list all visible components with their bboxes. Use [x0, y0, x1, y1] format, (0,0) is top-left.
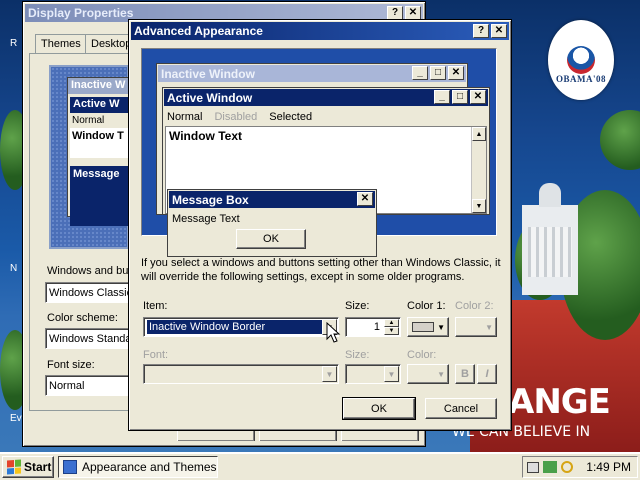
preview-window-text: Window Text [169, 129, 242, 143]
windows-buttons-label: Windows and but [47, 265, 132, 277]
campaign-logo: OBAMA'08 [548, 20, 614, 100]
color1-label: Color 1: [407, 300, 446, 312]
color-scheme-label: Color scheme: [47, 312, 118, 324]
preview-window-text: Window T [70, 128, 134, 158]
preview-message-titlebar[interactable]: Message Box ✕ [169, 191, 375, 208]
ok-button[interactable]: OK [342, 397, 416, 420]
start-label: Start [24, 460, 52, 474]
windows-logo-icon [7, 459, 21, 475]
start-button[interactable]: Start [2, 456, 54, 478]
preview-inactive-title: Inactive W [68, 78, 136, 94]
preview-menu-normal: Normal [167, 111, 203, 123]
preview-active-title: Active Window [167, 90, 253, 105]
preview-active-title: Active W [70, 97, 134, 113]
item-select-value: Inactive Window Border [147, 320, 323, 334]
italic-button: I [477, 364, 497, 384]
preview-inactive-title: Inactive Window [161, 66, 255, 81]
preview-ok-button[interactable]: OK [236, 229, 306, 249]
maximize-icon: □ [452, 90, 468, 104]
scroll-up-icon: ▲ [472, 127, 486, 141]
minimize-icon: _ [434, 90, 450, 104]
chevron-down-icon: ▼ [437, 369, 445, 379]
advanced-appearance-dialog: Advanced Appearance ? ✕ Inactive Window … [128, 19, 512, 431]
theme-preview: Inactive W Active W Normal Window T Mess… [49, 65, 137, 249]
preview-inactive-titlebar[interactable]: Inactive Window _ □ ✕ [158, 65, 466, 82]
chevron-down-icon: ▼ [322, 366, 337, 382]
close-icon: ✕ [357, 192, 373, 206]
cancel-button[interactable]: Cancel [425, 398, 497, 419]
tab-themes[interactable]: Themes [35, 34, 87, 54]
font-size-select: ▼ [345, 364, 401, 384]
chevron-down-icon: ▼ [384, 366, 399, 382]
banner-change-text: ANGE [508, 382, 611, 422]
spin-down-icon[interactable]: ▼ [384, 327, 399, 335]
campaign-logo-text: OBAMA'08 [556, 74, 606, 84]
item-label: Item: [143, 300, 168, 312]
taskbar-item-appearance-themes[interactable]: Appearance and Themes [58, 456, 218, 478]
preview-message: Message [70, 166, 136, 226]
dialog-title: Advanced Appearance [134, 24, 263, 38]
close-icon: ✕ [448, 66, 464, 80]
close-icon: ✕ [470, 90, 486, 104]
appearance-preview[interactable]: Inactive Window _ □ ✕ Active Window _ □ … [141, 48, 497, 257]
preview-message-text: Message Text [172, 213, 240, 225]
chevron-down-icon: ▼ [437, 322, 445, 332]
preview-menu-bar: Normal Disabled Selected [165, 109, 312, 125]
size-value: 1 [373, 321, 380, 333]
item-select[interactable]: Inactive Window Border ▼ [143, 317, 339, 337]
color2-picker: ▼ [455, 317, 497, 337]
chevron-down-icon: ▼ [485, 322, 493, 332]
help-button[interactable]: ? [387, 6, 403, 20]
font-color-label: Color: [407, 349, 437, 361]
search-icon[interactable] [561, 461, 573, 473]
size-spinner[interactable]: 1 ▲ ▼ [345, 317, 401, 337]
network-icon[interactable] [543, 461, 557, 473]
font-size-label: Font size: [47, 359, 95, 371]
desktop-icon-label[interactable]: N [10, 263, 17, 274]
color1-picker[interactable]: ▼ [407, 317, 449, 337]
rising-sun-logo-icon [567, 46, 595, 74]
bold-button: B [455, 364, 475, 384]
desktop-icon-label[interactable]: Ev [10, 413, 22, 424]
maximize-icon: □ [430, 66, 446, 80]
spin-up-icon[interactable]: ▲ [384, 319, 399, 327]
clock[interactable]: 1:49 PM [586, 460, 631, 474]
tree-decoration [600, 110, 640, 170]
whitehouse-graphic [522, 183, 578, 295]
font-size-label: Size: [345, 349, 370, 361]
preview-active-titlebar[interactable]: Active Window _ □ ✕ [164, 89, 488, 106]
color2-label: Color 2: [455, 300, 494, 312]
font-select: ▼ [143, 364, 339, 384]
preview-menu-normal: Normal [72, 115, 105, 126]
taskbar: Start Appearance and Themes 1:49 PM [0, 452, 640, 480]
preview-scrollbar[interactable]: ▲ ▼ [471, 127, 486, 213]
size-label: Size: [345, 300, 370, 312]
desktop-icon-label[interactable]: R [10, 38, 17, 49]
color-swatch [412, 322, 434, 332]
preview-menu-disabled: Disabled [214, 111, 258, 123]
preview-menu-selected: Selected [269, 111, 313, 123]
window-title: Display Properties [28, 6, 134, 20]
help-button[interactable]: ? [473, 24, 489, 38]
advanced-appearance-titlebar[interactable]: Advanced Appearance ? ✕ [131, 22, 509, 40]
keyboard-icon[interactable] [527, 461, 539, 473]
preview-message-title: Message Box [172, 192, 249, 207]
scroll-down-icon: ▼ [472, 199, 486, 213]
minimize-icon: _ [412, 66, 428, 80]
taskbar-item-label: Appearance and Themes [82, 460, 217, 474]
mouse-cursor-icon [326, 322, 341, 343]
info-text: If you select a windows and buttons sett… [141, 257, 501, 283]
preview-message-box[interactable]: Message Box ✕ Message Text OK [167, 189, 377, 257]
font-label: Font: [143, 349, 169, 361]
control-panel-icon [63, 460, 77, 474]
font-color-picker: ▼ [407, 364, 449, 384]
system-tray: 1:49 PM [522, 456, 638, 478]
close-button[interactable]: ✕ [405, 6, 421, 20]
close-button[interactable]: ✕ [491, 24, 507, 38]
